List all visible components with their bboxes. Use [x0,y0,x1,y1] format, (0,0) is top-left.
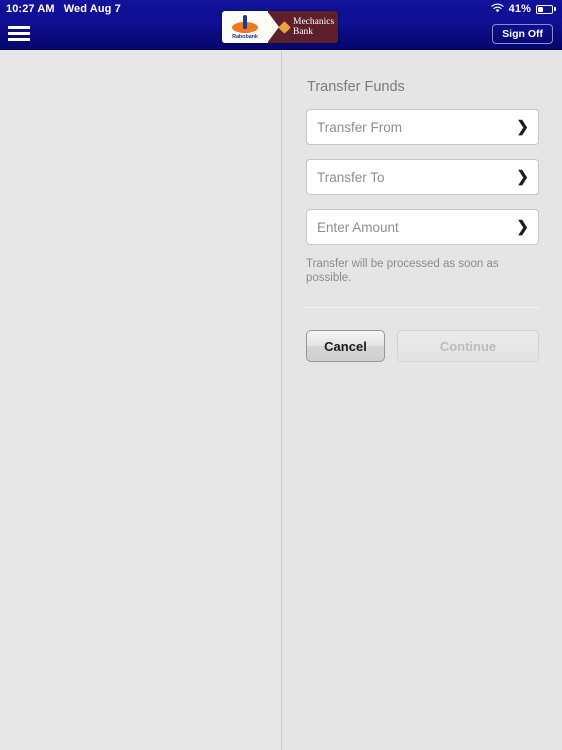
content-area: Transfer Funds Transfer From ❯ Transfer … [0,51,562,750]
transfer-from-label: Transfer From [317,119,403,135]
transfer-form: Transfer From ❯ Transfer To ❯ Enter Amou… [295,109,550,245]
enter-amount-label: Enter Amount [317,219,399,235]
transfer-from-field[interactable]: Transfer From ❯ [306,109,539,145]
status-bar-left: 10:27 AM Wed Aug 7 [6,3,121,15]
mechanics-bank-line2: Bank [293,27,314,37]
diamond-icon [278,20,291,34]
chevron-right-icon: ❯ [516,118,529,136]
battery-icon [536,4,556,14]
page-title: Transfer Funds [307,79,405,95]
transfer-to-label: Transfer To [317,169,385,185]
status-date: Wed Aug 7 [63,3,121,15]
chevron-right-icon: ❯ [516,218,529,236]
wifi-icon [491,3,504,16]
transfer-funds-panel: Transfer Funds Transfer From ❯ Transfer … [283,51,562,750]
action-button-row: Cancel Continue [306,330,539,362]
rabobank-figure-icon [232,14,258,33]
status-time: 10:27 AM [6,3,55,15]
enter-amount-field[interactable]: Enter Amount ❯ [306,209,539,245]
rabobank-wordmark: Rabobank [232,33,258,40]
sign-off-button[interactable]: Sign Off [492,24,553,44]
status-bar-right: 41% [491,3,556,16]
continue-button[interactable]: Continue [397,330,539,362]
mechanics-bank-line1: Mechanics [293,17,335,27]
cancel-button[interactable]: Cancel [306,330,385,362]
app-root: 10:27 AM Wed Aug 7 41% Rabobank Mechanic… [0,0,562,750]
left-pane [0,51,282,750]
section-divider [306,307,539,308]
chevron-right-icon: ❯ [516,168,529,186]
hamburger-menu-icon[interactable] [8,26,30,41]
battery-percent-label: 41% [508,3,531,15]
mechanics-bank-wordmark: Mechanics Bank [293,17,334,37]
bank-logo: Rabobank Mechanics Bank [222,11,338,43]
rabobank-logo-section: Rabobank [222,11,279,43]
transfer-to-field[interactable]: Transfer To ❯ [306,159,539,195]
transfer-hint-text: Transfer will be processed as soon as po… [306,258,499,284]
